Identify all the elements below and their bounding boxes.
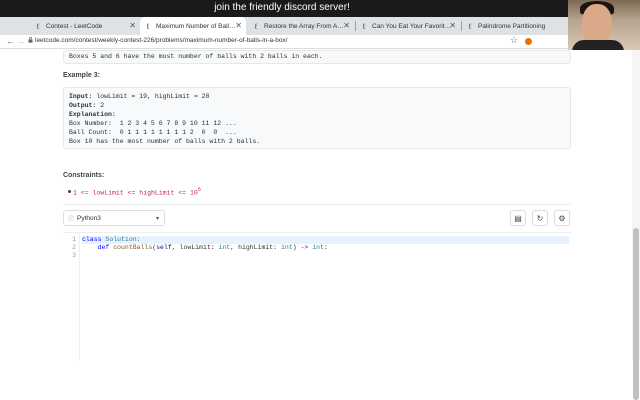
leetcode-favicon-icon: ℓ <box>36 21 40 31</box>
url-field[interactable]: leetcode.com/contest/weekly-contest-226/… <box>35 37 288 44</box>
tab-restore-the-array[interactable]: ℓ Restore the Array From Adjac... ✕ <box>248 17 354 35</box>
code-line-2[interactable]: def countBalls(self, lowLimit: int, high… <box>82 244 569 252</box>
constraints-heading: Constraints: <box>63 172 105 179</box>
close-tab-icon[interactable]: ✕ <box>235 21 242 30</box>
leetcode-favicon-icon: ℓ <box>254 21 258 31</box>
refresh-icon: ↻ <box>536 213 544 223</box>
code-type: int <box>218 244 231 251</box>
example2-tail-text: Boxes 5 and 6 have the most number of ba… <box>69 53 323 60</box>
close-tab-icon[interactable]: ✕ <box>343 21 350 30</box>
code-class-name: Solution: <box>105 236 141 243</box>
tab-strip: ℓ Contest - LeetCode ✕ ℓ Maximum Number … <box>0 17 640 35</box>
tab-label: Restore the Array From Adjac... <box>264 22 346 30</box>
code-self: self <box>156 244 172 251</box>
example3-ball-count: Ball Count: 0 1 1 1 1 1 1 1 1 2 0 0 ... <box>69 129 237 136</box>
code-keyword: class <box>82 236 102 243</box>
tab-palindrome-partitioning[interactable]: ℓ Palindrome Partitioning <box>462 17 568 35</box>
scrollbar-thumb[interactable] <box>633 228 639 400</box>
lock-icon <box>28 37 33 43</box>
code-colon: : <box>323 244 328 251</box>
bookmark-star-icon[interactable]: ☆ <box>510 35 518 46</box>
constraint-item: 1 <= lowLimit <= highLimit <= 105 <box>68 187 201 197</box>
line-number-gutter: 1 2 3 <box>63 233 80 361</box>
tab-can-you-eat[interactable]: ℓ Can You Eat Your Favorite Can... ✕ <box>356 17 460 35</box>
code-keyword: def <box>97 244 110 251</box>
tab-label: Contest - LeetCode <box>46 22 103 30</box>
webcam-face <box>582 4 612 44</box>
example3-output-value: 2 <box>100 102 105 109</box>
code-return: ) -> <box>292 244 313 251</box>
info-icon: ⓘ <box>68 216 75 223</box>
example3-box-number: Box Number: 1 2 3 4 5 6 7 8 9 10 11 12 .… <box>69 120 237 127</box>
close-tab-icon[interactable]: ✕ <box>449 21 456 30</box>
code-param: , lowLimit: <box>171 244 219 251</box>
notes-button[interactable]: ▤ <box>510 210 526 226</box>
language-value: Python3 <box>77 214 101 222</box>
tab-label: Palindrome Partitioning <box>478 22 546 30</box>
line-number: 2 <box>72 244 76 251</box>
back-arrow-icon[interactable]: ← <box>6 36 15 46</box>
code-line-3[interactable] <box>82 252 569 260</box>
page-scrollbar[interactable] <box>632 50 640 400</box>
code-type: int <box>312 244 324 251</box>
constraint-exponent: 5 <box>197 187 201 193</box>
reset-code-button[interactable]: ↻ <box>532 210 548 226</box>
code-function-name: countBalls <box>113 244 153 251</box>
example2-tail-box: Boxes 5 and 6 have the most number of ba… <box>63 50 571 64</box>
leetcode-favicon-icon: ℓ <box>468 21 472 31</box>
example3-conclusion: Box 10 has the most number of balls with… <box>69 138 261 145</box>
chevron-down-icon: ▾ <box>155 215 159 222</box>
webcam-shirt <box>572 40 624 50</box>
forward-arrow-icon[interactable]: → <box>16 36 25 46</box>
tab-label: Can You Eat Your Favorite Can... <box>372 22 452 30</box>
code-editor[interactable]: 1 2 3 class Solution: def countBalls(sel… <box>63 232 571 361</box>
close-tab-icon[interactable]: ✕ <box>129 21 136 30</box>
example3-explanation-label: Explanation: <box>69 111 116 118</box>
example3-heading: Example 3: <box>63 72 100 79</box>
tab-label: Maximum Number of Balls in a... <box>156 22 238 30</box>
webcam-overlay <box>568 0 640 50</box>
example3-output: Output: 2 <box>69 102 105 109</box>
address-bar: ← → leetcode.com/contest/weekly-contest-… <box>0 35 640 49</box>
gear-icon: ⚙ <box>558 213 566 223</box>
code-param: , highLimit: <box>230 244 281 251</box>
leetcode-favicon-icon: ℓ <box>146 21 150 31</box>
example3-box: Input: lowLimit = 19, highLimit = 28 Outp… <box>63 87 571 149</box>
code-lines[interactable]: class Solution: def countBalls(self, low… <box>82 236 569 260</box>
example3-input-value: lowLimit = 19, highLimit = 28 <box>96 93 210 100</box>
line-number: 3 <box>72 252 76 259</box>
banner-text: join the friendly discord server! <box>214 2 350 13</box>
bullet-dot <box>68 190 71 193</box>
divider <box>63 204 571 205</box>
leetcode-favicon-icon: ℓ <box>362 21 366 31</box>
code-line-1[interactable]: class Solution: <box>82 236 569 244</box>
settings-button[interactable]: ⚙ <box>554 210 570 226</box>
code-type: int <box>280 244 293 251</box>
extension-icon[interactable] <box>525 38 532 45</box>
example3-input: Input: lowLimit = 19, highLimit = 28 <box>69 93 210 100</box>
line-number: 1 <box>72 236 76 243</box>
tab-maximum-number-of-balls[interactable]: ℓ Maximum Number of Balls in a... ✕ <box>140 17 246 35</box>
tab-contest[interactable]: ℓ Contest - LeetCode ✕ <box>30 17 140 35</box>
constraint-code: 1 <= lowLimit <= highLimit <= 10 <box>73 189 198 197</box>
language-select[interactable]: ⓘ Python3 ▾ <box>63 210 165 226</box>
document-icon: ▤ <box>514 213 522 223</box>
stream-banner: join the friendly discord server! <box>0 2 640 13</box>
